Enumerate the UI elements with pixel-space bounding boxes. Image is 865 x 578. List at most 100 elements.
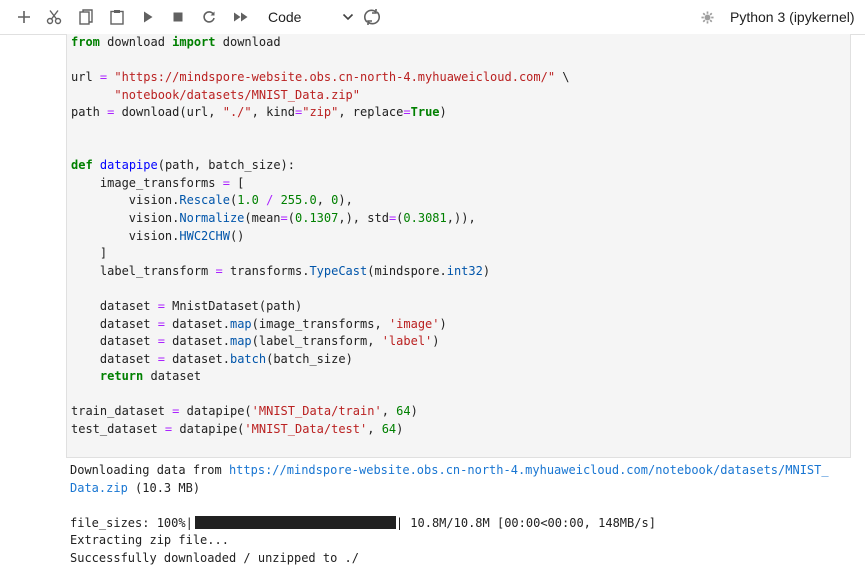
code-token: (label_transform, <box>251 334 382 349</box>
code-token: = <box>280 210 288 225</box>
code-token: ) <box>439 316 447 331</box>
code-token: label_transform <box>71 263 216 278</box>
cell-output: Downloading data from https://mindspore-… <box>66 462 856 578</box>
code-token: "./" <box>222 105 252 120</box>
extract-line: Extracting zip file... <box>70 533 229 548</box>
code-token: "https://mindspore-website.obs.cn-north-… <box>114 70 556 85</box>
code-token: vision. <box>71 228 180 243</box>
code-token: download(url, <box>114 105 223 120</box>
plus-icon <box>18 11 30 23</box>
circular-arrows-icon <box>364 9 380 25</box>
code-token: datapipe <box>99 158 158 173</box>
cut-button[interactable] <box>42 4 66 30</box>
code-line: url = "https://mindspore-website.obs.cn-… <box>71 69 850 87</box>
code-token: ) <box>439 105 447 120</box>
code-token: train_dataset <box>71 404 173 419</box>
code-line: return dataset <box>71 368 850 386</box>
code-line: def datapipe(path, batch_size): <box>71 157 850 175</box>
code-token: download <box>99 35 173 49</box>
code-line: path = download(url, "./", kind="zip", r… <box>71 104 850 122</box>
code-token: vision. <box>71 193 180 208</box>
kernel-name-label: Python 3 (ipykernel) <box>730 9 855 25</box>
gear-icon <box>700 10 714 24</box>
code-line: test_dataset = datapipe('MNIST_Data/test… <box>71 421 850 439</box>
code-token: path <box>71 105 108 120</box>
code-line: ] <box>71 245 850 263</box>
code-line: vision.Normalize(mean=(0.1307,), std=(0.… <box>71 210 850 228</box>
code-token: 'MNIST_Data/test' <box>244 422 368 437</box>
download-line-2: Data.zip (10.3 MB) <box>70 480 856 498</box>
code-token: Normalize <box>179 210 245 225</box>
download-prefix: Downloading data from <box>70 463 229 477</box>
paste-button[interactable] <box>105 4 129 30</box>
play-icon <box>144 11 153 23</box>
code-token: dataset <box>71 351 158 366</box>
code-line: dataset = dataset.batch(batch_size) <box>71 351 850 369</box>
code-line: image_transforms = [ <box>71 175 850 193</box>
kernel-name-button[interactable]: Python 3 (ipykernel) <box>730 4 855 30</box>
download-url-link-cont[interactable]: Data.zip <box>70 481 128 495</box>
download-url-link[interactable]: https://mindspore-website.obs.cn-north-4… <box>229 463 829 477</box>
code-cell-editor[interactable]: from download import download url = "htt… <box>66 34 851 458</box>
git-diff-button[interactable] <box>360 4 384 30</box>
code-token: ), <box>338 193 353 208</box>
code-token: test_dataset <box>71 422 165 437</box>
cell-type-select[interactable]: Code <box>260 4 354 30</box>
code-token: ] <box>71 246 108 261</box>
code-token: = <box>215 263 223 278</box>
code-token: def <box>71 158 93 173</box>
code-token: Rescale <box>179 193 230 208</box>
code-token: \ <box>555 70 570 85</box>
code-token: map <box>229 316 252 331</box>
code-token: , <box>316 193 332 208</box>
fast-forward-icon <box>234 12 248 22</box>
code-token: = <box>157 298 165 313</box>
progress-label: file_sizes: 100%| <box>70 515 193 530</box>
code-token: 'MNIST_Data/train' <box>251 404 382 419</box>
code-token: 1.0 <box>237 193 259 208</box>
code-token: , replace <box>338 105 404 120</box>
run-button[interactable] <box>136 4 160 30</box>
code-token: = <box>222 175 230 190</box>
code-line: vision.HWC2CHW() <box>71 228 850 246</box>
copy-icon <box>79 9 93 25</box>
code-token: url <box>71 70 100 85</box>
code-token: True <box>410 105 440 120</box>
code-token: dataset <box>71 316 158 331</box>
code-line: from download import download <box>71 34 850 52</box>
code-token: dataset <box>143 369 202 384</box>
restart-run-all-button[interactable] <box>228 4 254 30</box>
copy-button[interactable] <box>74 4 98 30</box>
code-token: , <box>381 404 397 419</box>
code-token: return <box>99 369 144 384</box>
code-token: int32 <box>446 263 483 278</box>
add-cell-button[interactable] <box>12 4 36 30</box>
code-token: 64 <box>381 422 397 437</box>
code-line: label_transform = transforms.TypeCast(mi… <box>71 263 850 281</box>
code-token: 255.0 <box>280 193 317 208</box>
code-token: ,), std <box>338 210 389 225</box>
code-line: vision.Rescale(1.0 / 255.0, 0), <box>71 192 850 210</box>
code-token: from <box>71 35 100 49</box>
code-token: (mindspore. <box>367 263 447 278</box>
code-token: ,)), <box>446 210 476 225</box>
scissors-icon <box>46 10 62 25</box>
progress-stats: | 10.8M/10.8M [00:00<00:00, 148MB/s] <box>395 515 656 530</box>
code-token: = <box>403 105 411 120</box>
success-line: Successfully downloaded / unzipped to ./ <box>70 550 359 565</box>
code-token: ) <box>482 263 491 278</box>
code-token: datapipe( <box>172 422 245 437</box>
code-token: dataset. <box>164 351 230 366</box>
restart-button[interactable] <box>197 4 221 30</box>
code-token: import <box>172 35 216 49</box>
interrupt-button[interactable] <box>166 4 190 30</box>
code-token: , kind <box>251 105 295 120</box>
